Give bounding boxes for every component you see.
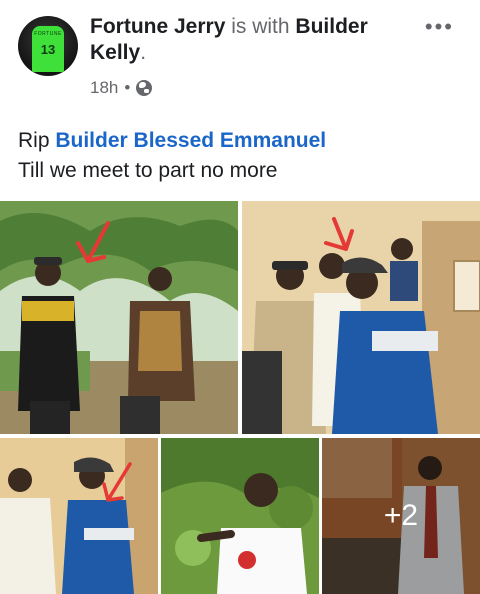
post-message: Rip Builder Blessed Emmanuel Till we mee… xyxy=(18,126,326,186)
with-text: is with xyxy=(231,15,290,38)
photo-5[interactable]: +2 xyxy=(322,438,480,594)
jersey-name: FORTUNE xyxy=(34,31,62,37)
meta-separator: • xyxy=(124,78,131,97)
message-line-2: Till we meet to part no more xyxy=(18,159,278,182)
more-options-button[interactable]: ••• xyxy=(425,14,454,40)
author-avatar[interactable]: FORTUNE 13 xyxy=(18,16,78,76)
post-headline: Fortune Jerry is with Builder Kelly. xyxy=(90,14,410,66)
photo-3[interactable] xyxy=(0,438,158,594)
photo-4-image xyxy=(161,438,319,594)
more-photos-count: +2 xyxy=(383,499,419,532)
jersey-number: 13 xyxy=(40,42,56,57)
photo-3-image xyxy=(0,438,158,594)
jersey-image: FORTUNE 13 xyxy=(32,26,64,72)
photo-1[interactable] xyxy=(0,201,238,434)
globe-icon[interactable] xyxy=(136,80,153,96)
post-meta: 18h • xyxy=(90,78,153,98)
period: . xyxy=(140,41,147,64)
mentioned-person[interactable]: Builder Blessed Emmanuel xyxy=(55,129,326,152)
message-line-1: Rip Builder Blessed Emmanuel xyxy=(18,126,326,156)
author-name[interactable]: Fortune Jerry xyxy=(90,15,225,38)
photo-2-image xyxy=(242,201,480,434)
photo-2[interactable] xyxy=(242,201,480,434)
photo-4[interactable] xyxy=(161,438,319,594)
more-photos-overlay[interactable]: +2 xyxy=(322,438,480,594)
message-prefix: Rip xyxy=(18,129,50,152)
post-header: FORTUNE 13 Fortune Jerry is with Builder… xyxy=(0,0,480,110)
photo-1-image xyxy=(0,201,238,434)
post-time[interactable]: 18h xyxy=(90,78,118,98)
